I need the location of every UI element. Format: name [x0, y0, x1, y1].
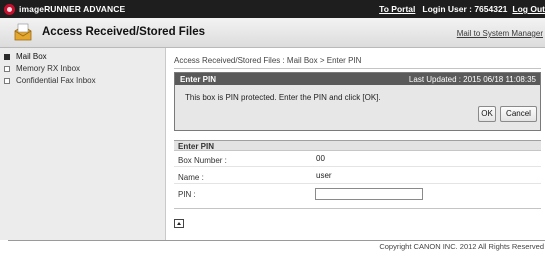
login-user-text: Login User : 7654321	[422, 4, 508, 14]
pin-input[interactable]	[315, 188, 423, 200]
page-title: Access Received/Stored Files	[42, 26, 205, 38]
square-bullet-icon	[4, 78, 10, 84]
dialog-message: This box is PIN protected. Enter the PIN…	[185, 93, 381, 102]
ok-button[interactable]: OK	[478, 106, 496, 122]
sidebar-menu: Mail Box Memory RX Inbox Confidential Fa…	[0, 48, 165, 87]
box-number-label: Box Number :	[178, 156, 227, 165]
sidebar: Mail Box Memory RX Inbox Confidential Fa…	[0, 48, 166, 240]
mail-to-system-manager-link[interactable]: Mail to System Manager	[457, 29, 543, 38]
to-portal-link[interactable]: To Portal	[379, 4, 415, 14]
sidebar-item-mail-box[interactable]: Mail Box	[0, 51, 165, 63]
divider	[174, 208, 541, 209]
cancel-button[interactable]: Cancel	[500, 106, 537, 122]
square-bullet-icon	[4, 66, 10, 72]
sidebar-item-memory-rx-inbox[interactable]: Memory RX Inbox	[0, 63, 165, 75]
pin-row: PIN :	[174, 187, 541, 201]
copyright-text: Copyright CANON INC. 2012 All Rights Res…	[379, 242, 544, 251]
pin-label: PIN :	[178, 190, 196, 199]
scroll-to-top-icon[interactable]	[174, 219, 184, 228]
section-title: Enter PIN	[178, 142, 215, 151]
sidebar-item-label: Confidential Fax Inbox	[16, 76, 96, 85]
title-bar: Access Received/Stored Files Mail to Sys…	[0, 18, 545, 48]
brand-name: imageRUNNER ADVANCE	[19, 4, 126, 14]
canon-logo-icon	[4, 3, 15, 15]
received-files-icon	[14, 23, 32, 41]
square-bullet-icon	[4, 54, 10, 60]
sidebar-item-label: Memory RX Inbox	[16, 64, 81, 73]
sidebar-item-label: Mail Box	[16, 52, 47, 61]
dialog-header: Enter PIN Last Updated : 2015 06/18 11:0…	[175, 73, 540, 85]
box-number-value: 00	[316, 154, 325, 163]
top-bar-links: To Portal Login User : 7654321 Log Out	[379, 3, 545, 15]
name-label: Name :	[178, 173, 204, 182]
sidebar-item-confidential-fax-inbox[interactable]: Confidential Fax Inbox	[0, 75, 165, 87]
brand: imageRUNNER ADVANCE	[4, 3, 125, 15]
log-out-link[interactable]: Log Out	[512, 4, 545, 14]
enter-pin-section-header: Enter PIN	[174, 140, 541, 151]
name-row: Name : user	[174, 170, 541, 184]
top-bar: imageRUNNER ADVANCE To Portal Login User…	[0, 0, 545, 18]
box-number-row: Box Number : 00	[174, 153, 541, 167]
footer-divider	[8, 240, 545, 241]
breadcrumb: Access Received/Stored Files : Mail Box …	[174, 56, 362, 65]
pin-protected-dialog: Enter PIN Last Updated : 2015 06/18 11:0…	[174, 72, 541, 131]
divider	[174, 68, 541, 69]
dialog-title: Enter PIN	[180, 75, 217, 84]
main-content: Access Received/Stored Files : Mail Box …	[166, 48, 545, 240]
name-value: user	[316, 171, 332, 180]
last-updated-text: Last Updated : 2015 06/18 11:08:35	[408, 75, 536, 84]
